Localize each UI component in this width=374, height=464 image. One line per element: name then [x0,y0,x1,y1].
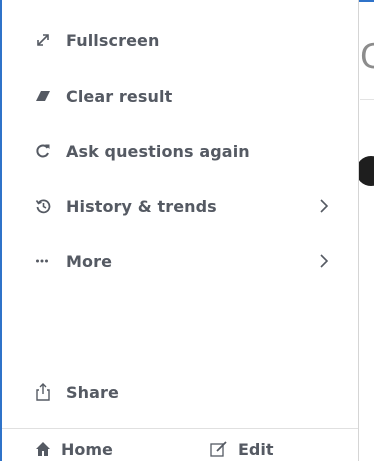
menu-item-fullscreen[interactable]: Fullscreen [2,22,359,58]
menu-item-history-trends[interactable]: History & trends [2,188,359,224]
footer-divider [2,428,358,429]
chevron-right-icon [318,198,330,214]
chevron-right-icon [318,253,330,269]
history-icon [35,198,51,214]
menu-item-label: Clear result [66,86,173,106]
home-label: Home [61,439,113,459]
menu-item-ask-questions-again[interactable]: Ask questions again [2,133,359,169]
options-menu: Fullscreen Clear result Ask questions ag… [0,0,359,461]
edit-button[interactable]: Edit [210,434,274,464]
expand-icon [35,32,51,48]
menu-item-more[interactable]: More [2,243,359,279]
edit-label: Edit [238,439,274,459]
menu-item-clear-result[interactable]: Clear result [2,78,359,114]
eraser-icon [35,88,51,104]
background-divider [360,99,374,100]
more-icon [35,253,51,269]
edit-icon [210,441,228,457]
refresh-icon [35,143,51,159]
share-label: Share [66,382,119,402]
share-button[interactable]: Share [2,374,359,410]
menu-item-label: More [66,251,113,271]
home-button[interactable]: Home [35,434,113,464]
share-icon [35,383,51,401]
home-icon [35,441,51,457]
menu-item-label: Ask questions again [66,141,250,161]
menu-item-label: Fullscreen [66,30,160,50]
menu-item-label: History & trends [66,196,217,216]
background-partial-text: G [360,37,374,77]
